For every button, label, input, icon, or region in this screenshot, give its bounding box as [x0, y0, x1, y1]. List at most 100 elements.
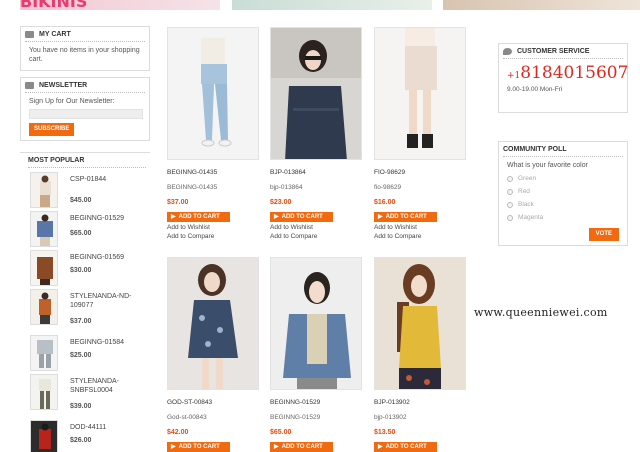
- add-to-cart-button[interactable]: ▶ ADD TO CART: [374, 442, 437, 452]
- popular-item-price: $45.00: [70, 197, 92, 204]
- product-image[interactable]: [270, 257, 362, 390]
- popular-item[interactable]: STYLENANDA-SNBFSL0004 $39.00: [30, 374, 150, 412]
- product-price: $42.00: [167, 429, 189, 436]
- phone-digits: 8184015607: [520, 63, 629, 83]
- add-to-cart-button[interactable]: ▶ ADD TO CART: [374, 212, 437, 222]
- popular-thumb[interactable]: [30, 172, 58, 208]
- popular-item[interactable]: CSP-01844 $45.00: [30, 172, 150, 210]
- product-title[interactable]: BJP-013864: [270, 169, 362, 178]
- poll-option-label: Magenta: [518, 214, 544, 221]
- product-image[interactable]: [167, 27, 259, 160]
- popular-item-price: $37.00: [70, 318, 92, 325]
- add-to-cart-label: ADD TO CART: [281, 444, 323, 450]
- poll-question: What is your favorite color: [507, 162, 588, 169]
- product-sku: fio-98629: [374, 184, 402, 191]
- radio-button[interactable]: [507, 214, 513, 221]
- product-title[interactable]: FIO-98629: [374, 169, 466, 178]
- product-image[interactable]: [374, 257, 466, 390]
- product-title[interactable]: GOD-ST-00843: [167, 399, 259, 408]
- popular-thumb[interactable]: [30, 420, 58, 452]
- add-to-cart-button[interactable]: ▶ ADD TO CART: [167, 442, 230, 452]
- product-price: $16.00: [374, 199, 396, 206]
- poll-option-red[interactable]: Red: [507, 187, 619, 196]
- popular-item[interactable]: DOD-44111 $26.00: [30, 420, 150, 452]
- arrow-right-icon: ▶: [171, 214, 176, 220]
- popular-thumb[interactable]: [30, 250, 58, 286]
- add-to-cart-button[interactable]: ▶ ADD TO CART: [167, 212, 230, 222]
- banner-middle[interactable]: [232, 0, 432, 10]
- add-to-cart-label: ADD TO CART: [178, 214, 220, 220]
- popular-thumb[interactable]: [30, 211, 58, 247]
- popular-item-price: $39.00: [70, 403, 92, 410]
- product-image[interactable]: [374, 27, 466, 160]
- poll-option-magenta[interactable]: Magenta: [507, 213, 619, 222]
- poll-option-black[interactable]: Black: [507, 200, 619, 209]
- add-to-cart-button[interactable]: ▶ ADD TO CART: [270, 212, 333, 222]
- popular-thumb[interactable]: [30, 374, 58, 410]
- popular-item-name[interactable]: BEGINNG-01584: [70, 338, 150, 347]
- product-image[interactable]: [270, 27, 362, 160]
- popular-item-price: $30.00: [70, 267, 92, 274]
- popular-item-name[interactable]: BEGINNG-01529: [70, 214, 150, 223]
- my-cart-title: MY CART: [39, 31, 71, 38]
- arrow-right-icon: ▶: [274, 444, 279, 450]
- product-card: BEGINNG-01435 BEGINNG-01435 $37.00 ▶ ADD …: [167, 27, 259, 240]
- poll-option-label: Black: [518, 201, 534, 208]
- popular-item-price: $26.00: [70, 437, 92, 444]
- add-to-wishlist-link[interactable]: Add to Wishlist: [167, 224, 259, 231]
- product-sku: BEGINNG-01529: [270, 414, 321, 421]
- popular-item-name[interactable]: STYLENANDA-ND-109077: [70, 292, 150, 310]
- product-price: $65.00: [270, 429, 292, 436]
- arrow-right-icon: ▶: [378, 444, 383, 450]
- poll-option-green[interactable]: Green: [507, 174, 619, 183]
- phone-prefix: +1: [507, 71, 521, 81]
- add-to-compare-link[interactable]: Add to Compare: [167, 233, 259, 240]
- service-hours: 9.00-19.00 Mon-Fri: [507, 86, 563, 93]
- add-to-cart-label: ADD TO CART: [385, 214, 427, 220]
- add-to-compare-link[interactable]: Add to Compare: [374, 233, 466, 240]
- popular-item-price: $65.00: [70, 230, 92, 237]
- radio-button[interactable]: [507, 175, 513, 182]
- newsletter-label: Sign Up for Our Newsletter:: [29, 98, 115, 105]
- cart-icon: [25, 31, 34, 38]
- product-image[interactable]: [167, 257, 259, 390]
- envelope-icon: [25, 82, 34, 89]
- popular-item-name[interactable]: DOD-44111: [70, 423, 150, 432]
- radio-button[interactable]: [507, 188, 513, 195]
- product-title[interactable]: BEGINNG-01435: [167, 169, 259, 178]
- product-card: BEGINNG-01529 BEGINNG-01529 $65.00 ▶ ADD …: [270, 257, 362, 452]
- phone-number[interactable]: +18184015607: [507, 65, 628, 82]
- arrow-right-icon: ▶: [378, 214, 383, 220]
- product-sku: bjp-013864: [270, 184, 303, 191]
- popular-item-name[interactable]: BEGINNG-01569: [70, 253, 150, 262]
- newsletter-email-input[interactable]: [29, 109, 143, 119]
- newsletter-heading: NEWSLETTER: [25, 78, 145, 93]
- product-card: GOD-ST-00843 God-st-00843 $42.00 ▶ ADD TO…: [167, 257, 259, 452]
- popular-item[interactable]: BEGINNG-01584 $25.00: [30, 335, 150, 373]
- product-card: FIO-98629 fio-98629 $16.00 ▶ ADD TO CART …: [374, 27, 466, 240]
- customer-service-heading: CUSTOMER SERVICE: [503, 44, 623, 59]
- add-to-wishlist-link[interactable]: Add to Wishlist: [270, 224, 362, 231]
- radio-button[interactable]: [507, 201, 513, 208]
- popular-item-name[interactable]: STYLENANDA-SNBFSL0004: [70, 377, 150, 395]
- popular-item[interactable]: BEGINNG-01529 $65.00: [30, 211, 150, 249]
- product-title[interactable]: BEGINNG-01529: [270, 399, 362, 408]
- popular-thumb[interactable]: [30, 289, 58, 325]
- vote-button[interactable]: VOTE: [588, 228, 619, 241]
- popular-item-name[interactable]: CSP-01844: [70, 175, 150, 184]
- product-sku: BEGINNG-01435: [167, 184, 218, 191]
- popular-item[interactable]: STYLENANDA-ND-109077 $37.00: [30, 289, 150, 327]
- subscribe-button[interactable]: SUBSCRIBE: [29, 123, 75, 136]
- product-price: $13.50: [374, 429, 396, 436]
- add-to-cart-button[interactable]: ▶ ADD TO CART: [270, 442, 333, 452]
- community-poll-title: COMMUNITY POLL: [503, 146, 567, 153]
- product-title[interactable]: BJP-013902: [374, 399, 466, 408]
- banner-right[interactable]: [443, 0, 640, 10]
- my-cart-message: You have no items in your shopping cart.: [29, 47, 140, 63]
- add-to-compare-link[interactable]: Add to Compare: [270, 233, 362, 240]
- add-to-wishlist-link[interactable]: Add to Wishlist: [374, 224, 466, 231]
- popular-item[interactable]: BEGINNG-01569 $30.00: [30, 250, 150, 288]
- banner-bikinis[interactable]: BIKINIS: [20, 0, 220, 10]
- popular-thumb[interactable]: [30, 335, 58, 371]
- chat-bubble-icon: [503, 48, 512, 55]
